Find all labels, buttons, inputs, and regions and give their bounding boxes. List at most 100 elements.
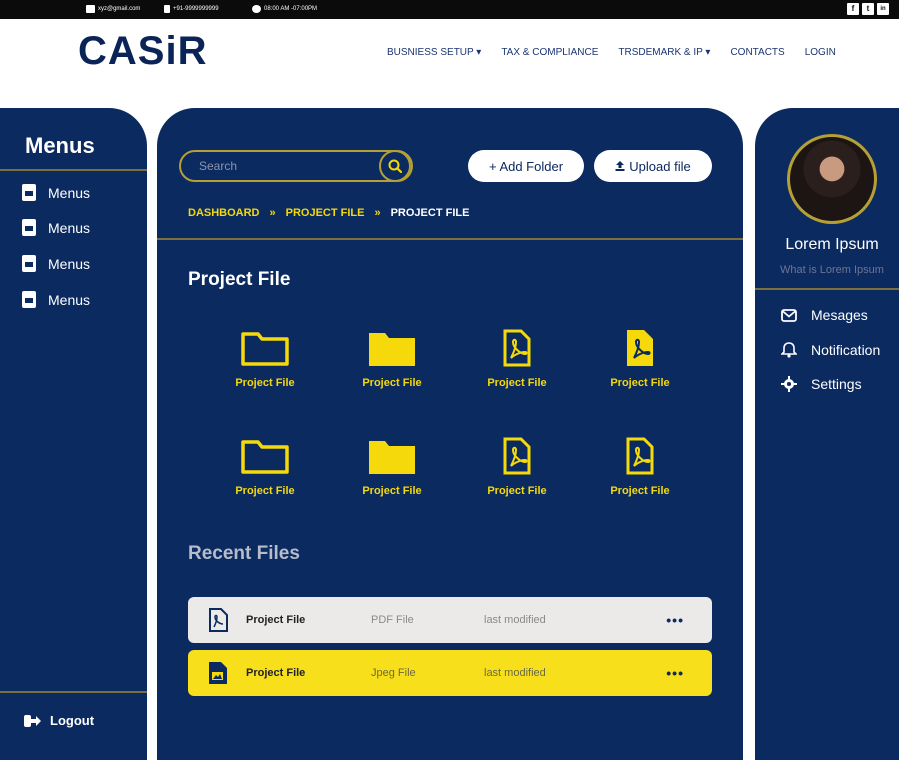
file-icon [22, 184, 36, 201]
gear-icon [781, 376, 797, 392]
casir-logo[interactable]: CASiR [78, 29, 207, 74]
email-info: xyz@gmail.com [86, 5, 140, 13]
pdf-outline-icon [503, 329, 531, 367]
profile-subtitle: What is Lorem Ipsum [780, 264, 884, 276]
file-icon [22, 291, 36, 308]
search-input[interactable] [199, 158, 369, 174]
messages-link[interactable]: Mesages [781, 307, 868, 323]
sidebar-item-4[interactable]: Menus [22, 291, 90, 308]
phone-info: +91-9999999999 [164, 5, 219, 13]
bell-icon [781, 342, 797, 358]
profile-name: Lorem Ipsum [785, 236, 879, 253]
divider [0, 691, 147, 693]
divider [755, 288, 899, 290]
tile-label: Project File [610, 377, 670, 389]
sidebar-item-label: Menus [48, 255, 91, 272]
hours-info: 08:00 AM -07:00PM [252, 5, 317, 13]
mail-icon [781, 308, 797, 322]
left-sidebar: Menus Menus Menus Menus Menus Logout [0, 108, 147, 760]
breadcrumb-current: PROJECT FILE [390, 207, 470, 219]
more-options-button[interactable]: ••• [666, 665, 684, 681]
tile-label: Project File [362, 377, 422, 389]
folder-filled-icon [369, 441, 415, 474]
search-button[interactable] [379, 150, 411, 182]
sidebar-item-label: Menus [48, 291, 91, 308]
settings-link[interactable]: Settings [781, 376, 862, 392]
recent-file-row[interactable]: Project File Jpeg File last modified ••• [188, 650, 712, 696]
hours-text: 08:00 AM -07:00PM [264, 6, 318, 12]
tile-label: Project File [487, 485, 547, 497]
logout-icon [24, 714, 41, 727]
twitter-icon[interactable]: t [862, 3, 874, 15]
breadcrumb: DASHBOARD » PROJECT FILE » PROJECT FILE [188, 207, 469, 219]
notification-link[interactable]: Notification [781, 342, 880, 358]
project-file-tile[interactable]: Project File [347, 436, 437, 497]
divider [0, 169, 147, 171]
file-type: PDF File [371, 614, 414, 626]
sidebar-item-3[interactable]: Menus [22, 255, 90, 272]
logo-text: CASiR [78, 29, 208, 73]
sidebar-item-2[interactable]: Menus [22, 219, 90, 236]
email-text: xyz@gmail.com [98, 6, 141, 12]
facebook-icon[interactable]: f [847, 3, 859, 15]
file-type: Jpeg File [371, 667, 416, 679]
pdf-filled-icon [627, 330, 653, 366]
project-file-tile[interactable]: Project File [472, 436, 562, 497]
logout-label: Logout [50, 713, 95, 728]
logout-button[interactable]: Logout [24, 713, 94, 728]
project-file-tile[interactable]: Project File [347, 328, 437, 389]
project-file-tile[interactable]: Project File [595, 328, 685, 389]
recent-file-row[interactable]: Project File PDF File last modified ••• [188, 597, 712, 643]
top-info-bar: xyz@gmail.com +91-9999999999 08:00 AM -0… [0, 0, 899, 19]
folder-filled-icon [369, 333, 415, 366]
image-file-icon [209, 662, 227, 684]
file-icon [22, 219, 36, 236]
tile-label: Project File [362, 485, 422, 497]
nav-login[interactable]: LOGIN [805, 47, 836, 58]
nav-business-setup[interactable]: BUSNIESS SETUP ▾ [387, 47, 481, 58]
tile-label: Project File [235, 485, 295, 497]
tile-label: Project File [487, 377, 547, 389]
breadcrumb-dashboard[interactable]: DASHBOARD [188, 207, 260, 219]
sidebar-item-label: Menus [48, 219, 91, 236]
folder-outline-icon [241, 440, 289, 474]
breadcrumb-project-file[interactable]: PROJECT FILE [286, 207, 365, 219]
mail-icon [86, 5, 95, 13]
file-name: Project File [246, 614, 306, 626]
project-file-tile[interactable]: Project File [472, 328, 562, 389]
nav-contacts[interactable]: CONTACTS [730, 47, 784, 58]
sidebar-title: Menus [25, 133, 95, 158]
phone-text: +91-9999999999 [173, 6, 219, 12]
upload-file-button[interactable]: Upload file [594, 150, 712, 182]
project-file-tile[interactable]: Project File [220, 436, 310, 497]
search-box [179, 150, 413, 182]
recent-files-heading: Recent Files [188, 543, 300, 564]
project-file-tile[interactable]: Project File [595, 436, 685, 497]
file-name: Project File [246, 667, 306, 679]
project-file-tile[interactable]: Project File [220, 328, 310, 389]
main-navbar: CASiR BUSNIESS SETUP ▾ TAX & COMPLIANCE … [0, 19, 899, 99]
folder-outline-icon [241, 332, 289, 366]
tile-label: Project File [235, 377, 295, 389]
add-folder-button[interactable]: + Add Folder [468, 150, 584, 182]
profile-sidebar: Lorem Ipsum What is Lorem Ipsum Mesages … [755, 108, 899, 760]
pdf-outline-icon [626, 437, 654, 475]
avatar[interactable] [787, 134, 877, 224]
sidebar-item-label: Menus [48, 184, 91, 201]
main-content: + Add Folder Upload file DASHBOARD » PRO… [157, 108, 743, 760]
upload-file-label: Upload file [629, 158, 691, 174]
pdf-file-icon [209, 608, 228, 632]
messages-label: Mesages [811, 307, 868, 323]
social-links: f t in [847, 3, 889, 15]
nav-trademark-ip[interactable]: TRSDEMARK & IP ▾ [618, 47, 710, 58]
file-modified: last modified [484, 614, 546, 626]
upload-icon [615, 161, 625, 171]
file-icon [22, 255, 36, 272]
nav-menu: BUSNIESS SETUP ▾ TAX & COMPLIANCE TRSDEM… [387, 47, 836, 58]
sidebar-item-1[interactable]: Menus [22, 184, 90, 201]
breadcrumb-separator: » [374, 207, 381, 219]
nav-tax-compliance[interactable]: TAX & COMPLIANCE [501, 47, 598, 58]
tile-label: Project File [610, 485, 670, 497]
linkedin-icon[interactable]: in [877, 3, 889, 15]
more-options-button[interactable]: ••• [666, 612, 684, 628]
